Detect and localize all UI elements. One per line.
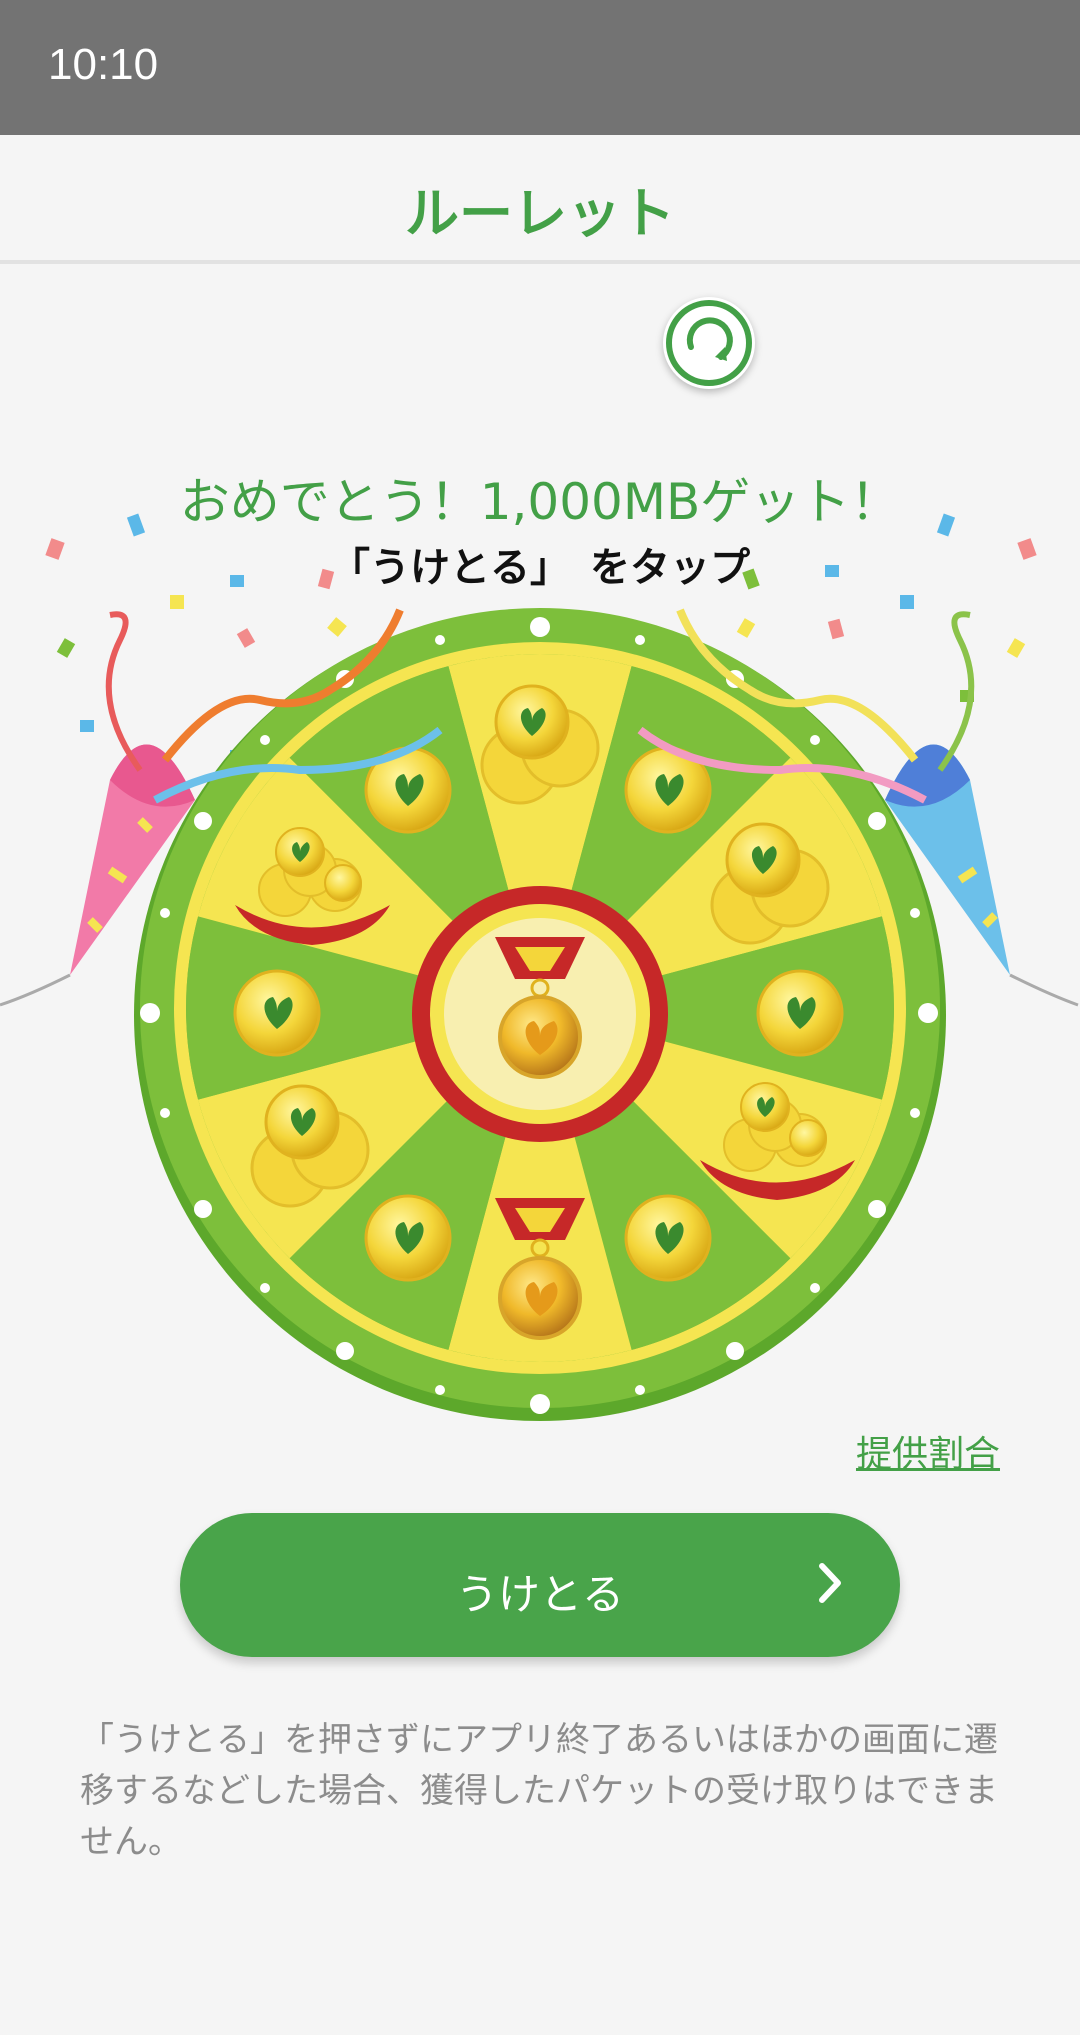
notice-text: 「うけとる」を押さずにアプリ終了あるいはほかの画面に遷移するなどした場合、獲得し… [80,1720,998,1862]
coin-icon [233,969,321,1057]
reset-button[interactable] [663,297,755,389]
chevron-right-icon [819,1563,841,1603]
coin-icon [364,1194,452,1282]
roulette-scene [0,513,1079,1421]
coin-icon [756,969,844,1057]
refresh-icon [666,300,752,386]
coin-icon [624,1194,712,1282]
prize-rates-link[interactable]: 提供割合 [856,1425,1000,1477]
instruction-text: 「うけとる」 をタップ [330,545,750,591]
result-message: おめでとう！1,000MBゲット！ [179,473,901,531]
receive-button[interactable]: うけとる [180,1513,900,1657]
receive-button-label: うけとる [455,1570,624,1619]
